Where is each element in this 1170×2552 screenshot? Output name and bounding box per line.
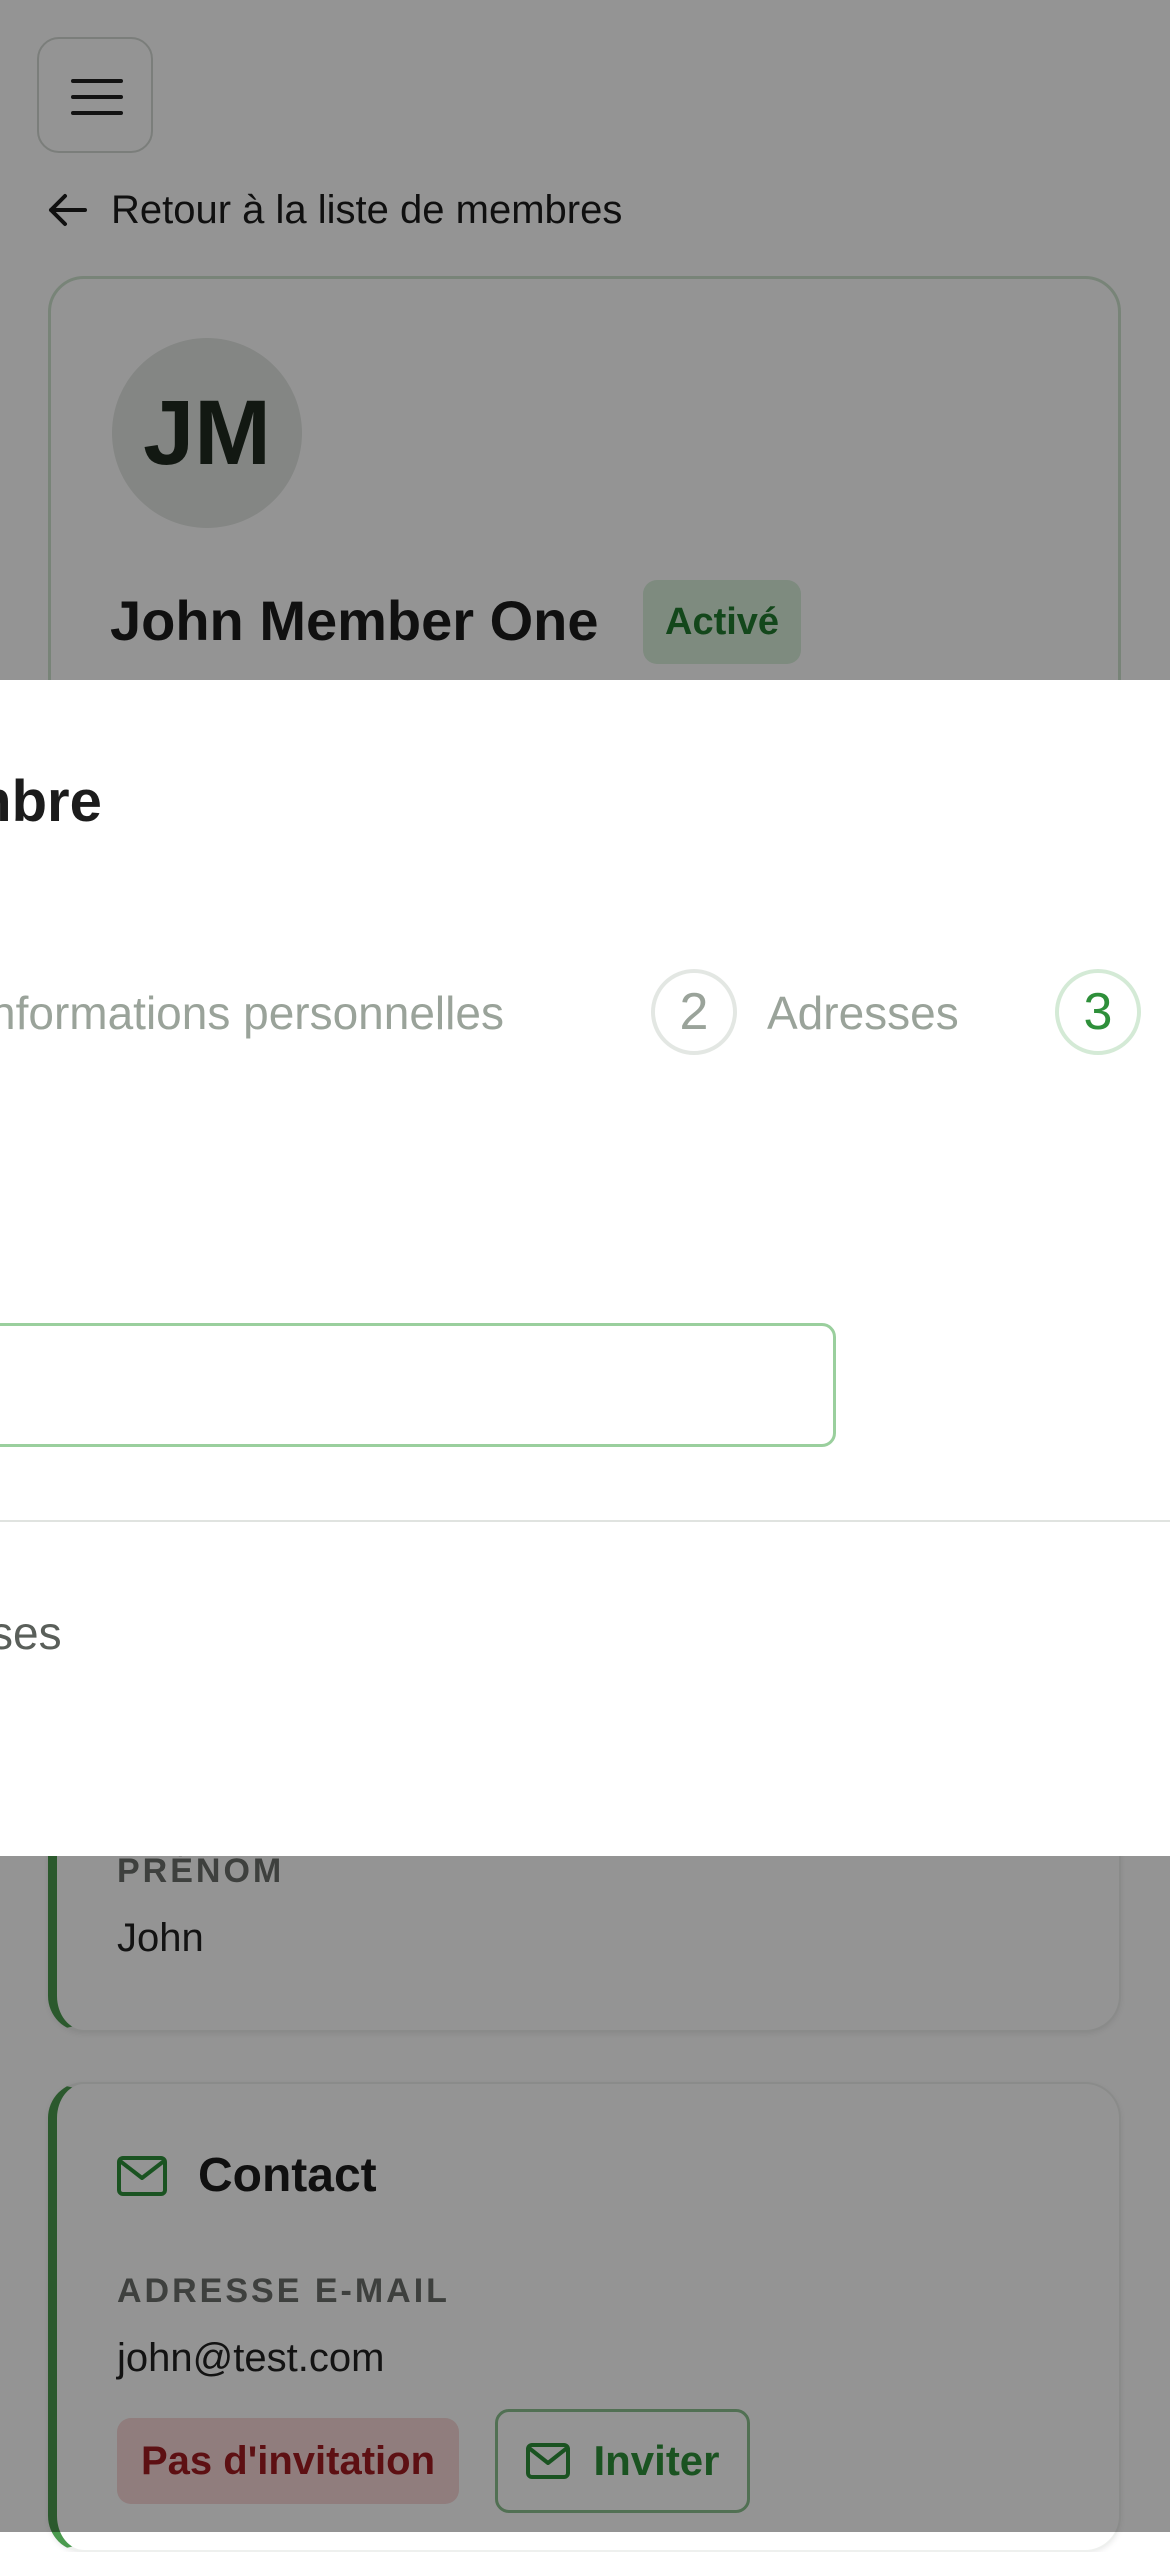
step-2-indicator[interactable]: 2 xyxy=(651,969,737,1055)
previous-step-button[interactable]: ses xyxy=(0,1606,62,1660)
modal-text-input[interactable] xyxy=(0,1323,836,1447)
step-1-label[interactable]: nformations personnelles xyxy=(0,986,504,1040)
modal-title: mbre xyxy=(0,769,102,834)
step-2-label[interactable]: Adresses xyxy=(767,986,959,1040)
step-3-indicator[interactable]: 3 xyxy=(1055,969,1141,1055)
edit-member-modal: mbre nformations personnelles 2 Adresses… xyxy=(0,680,1170,1856)
modal-footer-divider xyxy=(0,1520,1170,1522)
